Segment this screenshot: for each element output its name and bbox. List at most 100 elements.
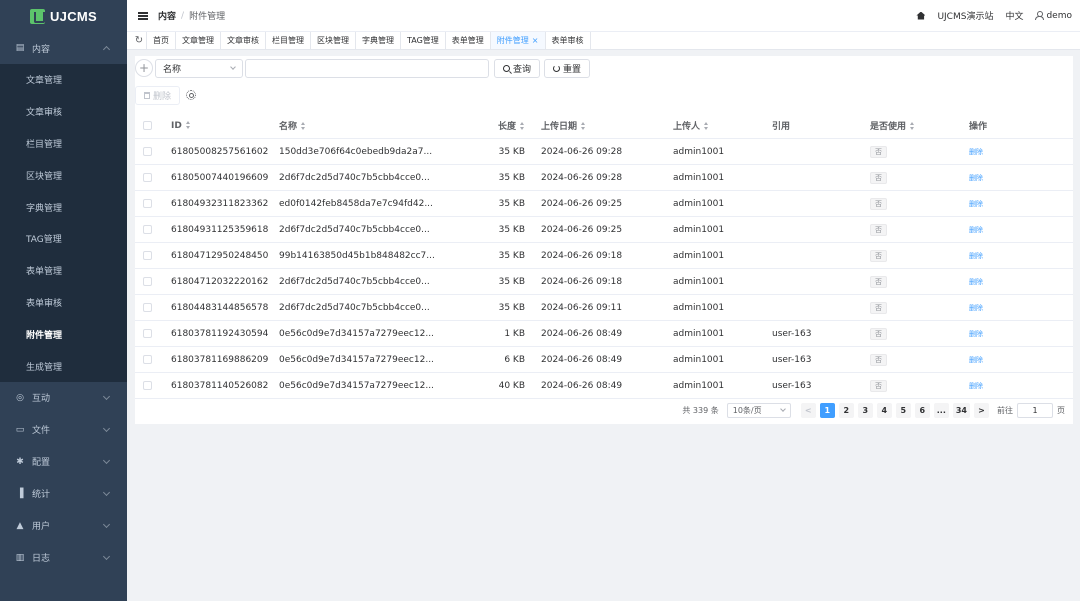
sort-icon[interactable] [581,122,586,130]
sidebar-item[interactable]: 文章审核 [0,96,127,128]
sidebar-item[interactable]: 生成管理 [0,350,127,382]
search-field-select[interactable]: 名称 [155,58,243,78]
table-row[interactable]: 61805008257561602 150dd3e706f64c0ebedb9da… [135,139,1073,165]
delete-link[interactable]: 删除 [969,252,983,260]
table-row[interactable]: 61804932311823362 ed0f0142feb8458da7e7c94… [135,191,1073,217]
delete-link[interactable]: 删除 [969,174,983,182]
site-name-link[interactable]: UJCMS演示站 [937,9,993,22]
row-checkbox[interactable] [135,381,171,390]
checkbox[interactable] [143,173,152,182]
add-condition-button[interactable]: + [135,59,153,77]
home-icon[interactable] [916,11,926,20]
page-button[interactable]: 3 [857,402,873,418]
more-pages-button[interactable]: ... [933,402,949,418]
sort-icon[interactable] [301,122,306,130]
checkbox[interactable] [143,277,152,286]
tab-item[interactable]: 文章审核 [220,32,265,49]
column-header-name[interactable]: 名称 [279,119,449,132]
page-button[interactable]: 6 [914,402,930,418]
menu-toggle-icon[interactable] [138,11,148,20]
sidebar-item[interactable]: 表单审核 [0,287,127,319]
table-row[interactable]: 61804712950248450 99b14163850d45b1b848482… [135,243,1073,269]
user-menu[interactable]: demo [1035,11,1072,21]
table-row[interactable]: 61803781140526082 0e56c0d9e7d34157a7279ee… [135,373,1073,399]
delete-link[interactable]: 删除 [969,148,983,156]
sidebar-group-4[interactable]: ▐ 统计 [0,478,127,510]
tab-item[interactable]: 附件管理 × [489,32,545,49]
checkbox[interactable] [143,251,152,260]
tab-item[interactable]: 文章管理 [175,32,220,49]
sidebar-item[interactable]: 栏目管理 [0,128,127,160]
sidebar-item[interactable]: 区块管理 [0,159,127,191]
refresh-icon[interactable]: ↻ [132,32,146,49]
delete-link[interactable]: 删除 [969,278,983,286]
select-all-checkbox[interactable] [135,121,171,130]
goto-page-input[interactable]: 1 [1017,402,1053,418]
sidebar-group-3[interactable]: ✱ 配置 [0,446,127,478]
tab-item[interactable]: 栏目管理 [265,32,310,49]
sidebar-item[interactable]: 字典管理 [0,191,127,223]
delete-link[interactable]: 删除 [969,330,983,338]
page-size-select[interactable]: 10条/页 [726,402,791,418]
sort-icon[interactable] [910,122,915,130]
sidebar-group-2[interactable]: ▭ 文件 [0,414,127,446]
column-header-length[interactable]: 长度 [449,119,525,132]
sidebar-group-0[interactable]: ▤ 内容 [0,32,127,64]
delete-link[interactable]: 删除 [969,304,983,312]
table-row[interactable]: 61805007440196609 2d6f7dc2d5d740c7b5cbb4c… [135,165,1073,191]
sort-icon[interactable] [520,122,525,130]
row-checkbox[interactable] [135,303,171,312]
page-button[interactable]: 5 [895,402,911,418]
tab-item[interactable]: 字典管理 [355,32,400,49]
row-checkbox[interactable] [135,355,171,364]
delete-link[interactable]: 删除 [969,356,983,364]
column-header-id[interactable]: ID [171,120,279,131]
sidebar-group-6[interactable]: ▥ 日志 [0,542,127,574]
tab-item[interactable]: 表单审核 [544,32,591,49]
checkbox[interactable] [143,199,152,208]
checkbox[interactable] [143,147,152,156]
delete-link[interactable]: 删除 [969,226,983,234]
column-header-date[interactable]: 上传日期 [525,119,673,132]
language-switch[interactable]: 中文 [1005,9,1023,22]
sort-icon[interactable] [185,120,191,129]
checkbox[interactable] [143,355,152,364]
row-checkbox[interactable] [135,277,171,286]
sidebar-group-5[interactable]: ▲ 用户 [0,510,127,542]
tab-item[interactable]: 首页 [146,32,175,49]
delete-link[interactable]: 删除 [969,200,983,208]
column-header-user[interactable]: 上传人 [673,119,772,132]
sort-icon[interactable] [704,122,709,130]
table-row[interactable]: 61804483144856578 2d6f7dc2d5d740c7b5cbb4c… [135,295,1073,321]
next-page-button[interactable]: > [974,402,989,418]
tab-item[interactable]: TAG管理 [400,32,445,49]
row-checkbox[interactable] [135,225,171,234]
page-button[interactable]: 1 [819,402,835,418]
page-button[interactable]: 34 [952,402,970,418]
tab-item[interactable]: 表单管理 [444,32,490,49]
checkbox[interactable] [143,225,152,234]
row-checkbox[interactable] [135,329,171,338]
sidebar-item[interactable]: 文章管理 [0,64,127,96]
page-button[interactable]: 2 [838,402,854,418]
table-row[interactable]: 61803781192430594 0e56c0d9e7d34157a7279ee… [135,321,1073,347]
row-checkbox[interactable] [135,199,171,208]
sidebar-item[interactable]: 表单管理 [0,255,127,287]
prev-page-button[interactable]: < [800,402,816,418]
row-checkbox[interactable] [135,251,171,260]
sidebar-item[interactable]: TAG管理 [0,223,127,255]
sidebar-item[interactable]: 附件管理 [0,318,127,350]
tab-item[interactable]: 区块管理 [310,32,355,49]
close-icon[interactable]: × [532,36,539,45]
logo[interactable]: UJCMS [0,0,127,32]
checkbox[interactable] [143,381,152,390]
query-button[interactable]: 查询 [494,58,541,78]
checkbox[interactable] [143,329,152,338]
column-header-used[interactable]: 是否使用 [870,119,969,132]
reset-button[interactable]: 重置 [544,58,591,78]
batch-delete-button[interactable]: 删除 [135,85,181,105]
column-settings-icon[interactable] [186,90,197,100]
delete-link[interactable]: 删除 [969,382,983,390]
row-checkbox[interactable] [135,173,171,182]
search-input[interactable] [245,58,489,78]
